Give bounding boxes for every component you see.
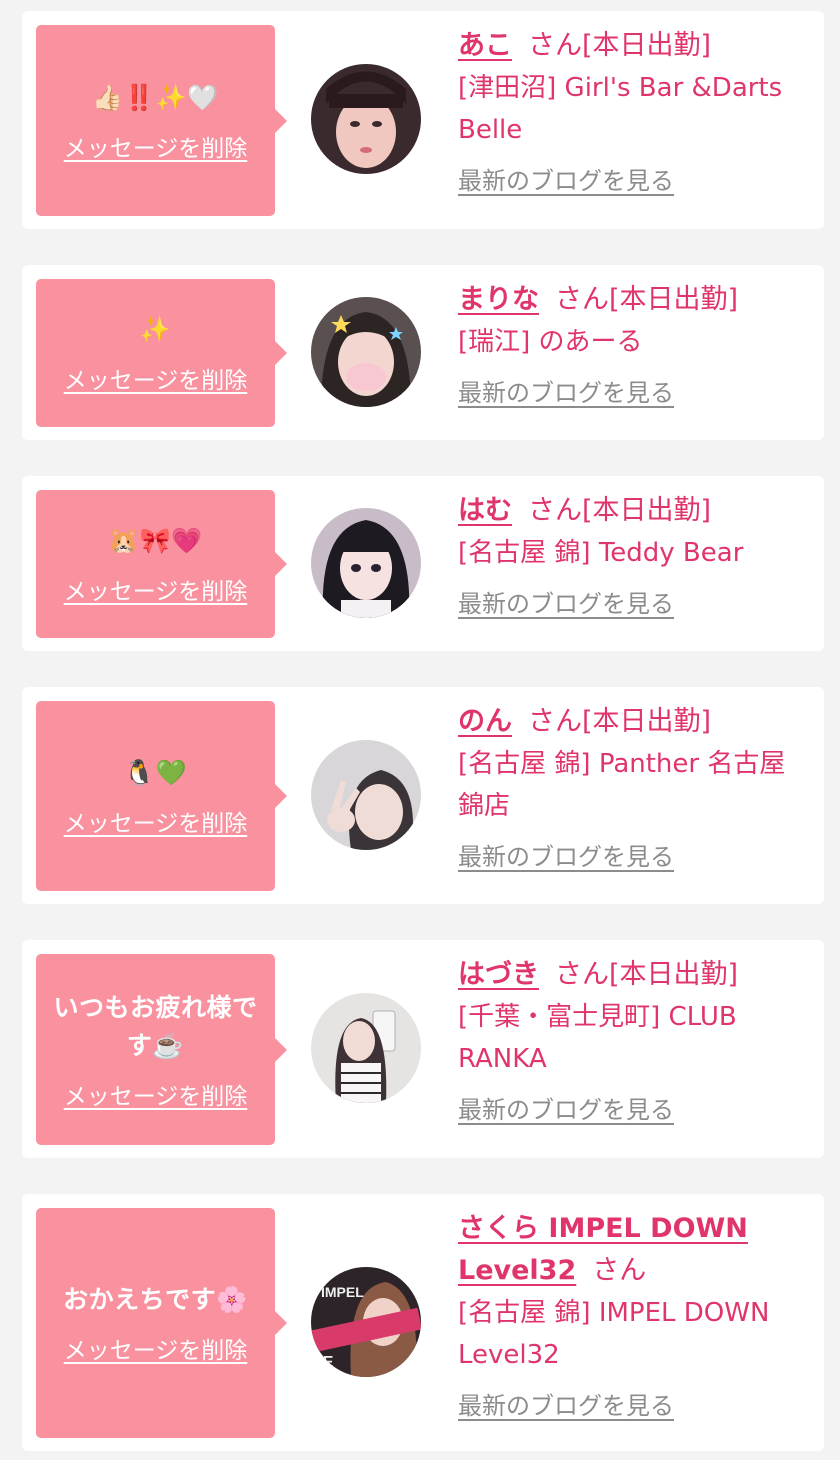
message-text: 🐧💚 xyxy=(123,758,188,787)
avatar[interactable] xyxy=(311,740,421,850)
shop-name: [名古屋 錦] IMPEL DOWN Level32 xyxy=(458,1298,770,1370)
message-bubble: 🐹🎀💗 メッセージを削除 xyxy=(36,490,287,638)
delete-message-link[interactable]: メッセージを削除 xyxy=(64,804,248,838)
avatar[interactable] xyxy=(311,64,421,174)
user-name-link[interactable]: はづき xyxy=(458,959,539,990)
message-bubble: 👍🏻‼️✨🤍 メッセージを削除 xyxy=(36,25,287,216)
message-text: いつもお疲れ様です☕️ xyxy=(53,992,258,1060)
info-block: さくら IMPEL DOWN Level32 さん [名古屋 錦] IMPEL D… xyxy=(458,1208,806,1421)
avatar-photo-icon: IMPEL LE xyxy=(311,1267,421,1377)
message-card: ✨ メッセージを削除 まりな さん[本日出勤] [瑞江] のあーる 最新のブログを… xyxy=(22,265,824,440)
message-bubble: いつもお疲れ様です☕️ メッセージを削除 xyxy=(36,954,287,1145)
attendance-status: [本日出勤] xyxy=(582,706,712,737)
message-bubble: ✨ メッセージを削除 xyxy=(36,279,287,427)
avatar[interactable] xyxy=(311,508,421,618)
message-text: 🐹🎀💗 xyxy=(108,526,203,555)
info-block: はづき さん[本日出勤] [千葉・富士見町] CLUB RANKA 最新のブログを… xyxy=(458,954,806,1125)
svg-text:LE: LE xyxy=(313,1354,334,1371)
message-card: いつもお疲れ様です☕️ メッセージを削除 はづき さん[本日出勤] [千葉・富士見… xyxy=(22,940,824,1158)
delete-message-link[interactable]: メッセージを削除 xyxy=(64,1331,248,1365)
shop-name: [名古屋 錦] Teddy Bear xyxy=(458,538,744,568)
attendance-status: [本日出勤] xyxy=(582,30,712,61)
latest-blog-link[interactable]: 最新のブログを見る xyxy=(458,584,674,619)
avatar-photo-icon xyxy=(311,740,421,850)
avatar-photo-icon xyxy=(311,297,421,407)
message-card: 🐹🎀💗 メッセージを削除 はむ さん[本日出勤] [名古屋 錦] Teddy Be… xyxy=(22,476,824,651)
attendance-status: [本日出勤] xyxy=(609,284,739,315)
info-block: まりな さん[本日出勤] [瑞江] のあーる 最新のブログを見る xyxy=(458,279,806,408)
info-block: のん さん[本日出勤] [名古屋 錦] Panther 名古屋錦店 最新のブログを… xyxy=(458,701,806,872)
message-text: おかえちです🌸 xyxy=(63,1285,248,1314)
message-text: 👍🏻‼️✨🤍 xyxy=(92,82,219,112)
user-name-link[interactable]: まりな xyxy=(458,284,539,315)
message-card: 🐧💚 メッセージを削除 のん さん[本日出勤] [名古屋 錦] Panther 名… xyxy=(22,687,824,904)
shop-name: [瑞江] のあーる xyxy=(458,327,643,357)
svg-text:IMPEL: IMPEL xyxy=(321,1284,364,1300)
message-text: ✨ xyxy=(139,315,172,344)
honorific: さん xyxy=(528,495,582,526)
latest-blog-link[interactable]: 最新のブログを見る xyxy=(458,1386,674,1421)
attendance-status: [本日出勤] xyxy=(609,959,739,990)
message-list: 👍🏻‼️✨🤍 メッセージを削除 あこ さん[本日出勤] [津田沼] Girl's … xyxy=(0,0,840,1460)
avatar[interactable] xyxy=(311,993,421,1103)
honorific: さん xyxy=(592,1255,647,1286)
avatar[interactable] xyxy=(311,297,421,407)
honorific: さん xyxy=(528,706,582,737)
honorific: さん xyxy=(555,959,609,990)
message-bubble: おかえちです🌸 メッセージを削除 xyxy=(36,1208,287,1438)
latest-blog-link[interactable]: 最新のブログを見る xyxy=(458,161,674,196)
shop-name: [千葉・富士見町] CLUB RANKA xyxy=(458,1002,737,1074)
info-block: はむ さん[本日出勤] [名古屋 錦] Teddy Bear 最新のブログを見る xyxy=(458,490,806,619)
shop-name: [名古屋 錦] Panther 名古屋錦店 xyxy=(458,749,786,821)
user-name-link[interactable]: あこ xyxy=(458,30,512,61)
shop-name: [津田沼] Girl's Bar &Darts Belle xyxy=(458,73,783,145)
delete-message-link[interactable]: メッセージを削除 xyxy=(64,1077,248,1111)
avatar-photo-icon xyxy=(311,508,421,618)
delete-message-link[interactable]: メッセージを削除 xyxy=(64,129,248,163)
latest-blog-link[interactable]: 最新のブログを見る xyxy=(458,837,674,872)
message-card: おかえちです🌸 メッセージを削除 IMPEL LE さくら IMPEL DOWN… xyxy=(22,1194,824,1451)
user-name-link[interactable]: はむ xyxy=(458,495,512,526)
info-block: あこ さん[本日出勤] [津田沼] Girl's Bar &Darts Belle… xyxy=(458,25,806,196)
honorific: さん xyxy=(555,284,609,315)
avatar-photo-icon xyxy=(311,993,421,1103)
latest-blog-link[interactable]: 最新のブログを見る xyxy=(458,373,674,408)
user-name-link[interactable]: のん xyxy=(458,706,512,737)
message-bubble: 🐧💚 メッセージを削除 xyxy=(36,701,287,891)
avatar-photo-icon xyxy=(311,64,421,174)
message-card: 👍🏻‼️✨🤍 メッセージを削除 あこ さん[本日出勤] [津田沼] Girl's … xyxy=(22,11,824,229)
attendance-status: [本日出勤] xyxy=(582,495,712,526)
delete-message-link[interactable]: メッセージを削除 xyxy=(64,361,248,395)
latest-blog-link[interactable]: 最新のブログを見る xyxy=(458,1090,674,1125)
avatar[interactable]: IMPEL LE xyxy=(311,1267,421,1377)
delete-message-link[interactable]: メッセージを削除 xyxy=(64,572,248,606)
honorific: さん xyxy=(528,30,582,61)
